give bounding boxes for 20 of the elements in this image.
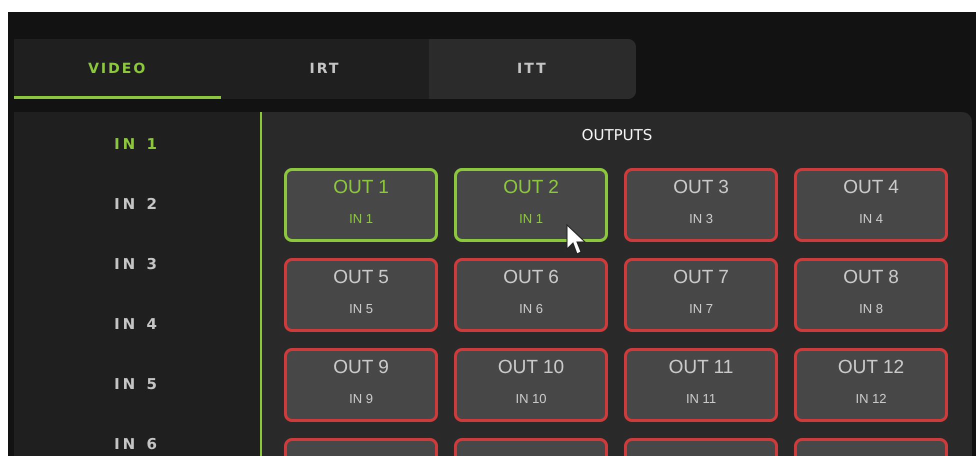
- input-item[interactable]: IN 6: [14, 423, 260, 456]
- output-button[interactable]: OUT 6 IN 6: [454, 258, 608, 332]
- output-button[interactable]: OUT 10 IN 10: [454, 348, 608, 422]
- output-button[interactable]: OUT 3 IN 3: [624, 168, 778, 242]
- output-button[interactable]: OUT 11 IN 11: [624, 348, 778, 422]
- output-button[interactable]: OUT 12 IN 12: [794, 348, 948, 422]
- input-item[interactable]: IN 3: [14, 243, 260, 303]
- input-item[interactable]: IN 5: [14, 363, 260, 423]
- output-button[interactable]: OUT 5 IN 5: [284, 258, 438, 332]
- tab[interactable]: ITT: [428, 39, 636, 99]
- output-button[interactable]: OUT 9 IN 9: [284, 348, 438, 422]
- input-item[interactable]: IN 1: [14, 123, 260, 183]
- output-button[interactable]: OUT 1 IN 1: [284, 168, 438, 242]
- output-button[interactable]: OUT 8 IN 8: [794, 258, 948, 332]
- output-button[interactable]: OUT 2 IN 1: [454, 168, 608, 242]
- output-button[interactable]: OUT 4 IN 4: [794, 168, 948, 242]
- input-item[interactable]: IN 2: [14, 183, 260, 243]
- panel-title: OUTPUTS: [580, 126, 654, 144]
- output-button[interactable]: OUT 7 IN 7: [624, 258, 778, 332]
- input-item[interactable]: IN 4: [14, 303, 260, 363]
